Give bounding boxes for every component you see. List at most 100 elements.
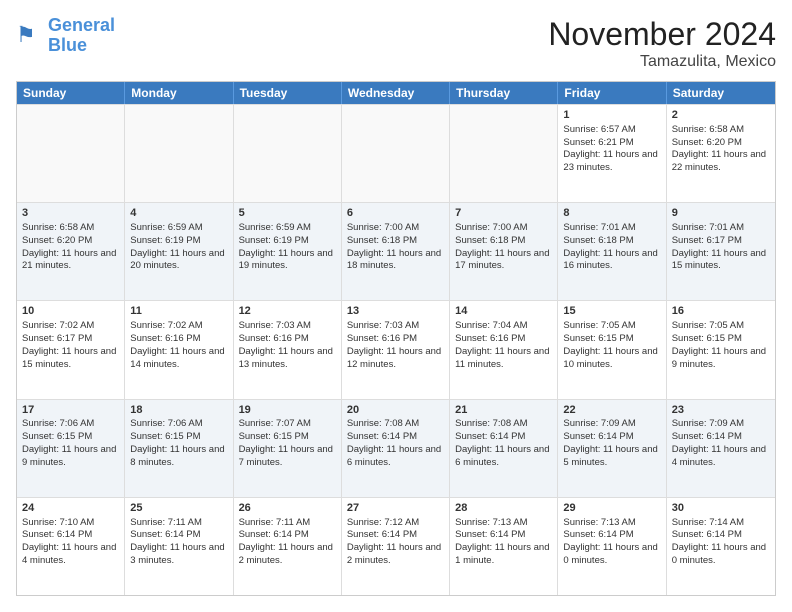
cal-cell: 18Sunrise: 7:06 AMSunset: 6:15 PMDayligh… [125, 400, 233, 497]
cell-text: Sunset: 6:15 PM [130, 431, 227, 444]
cell-text: Sunrise: 7:01 AM [672, 222, 770, 235]
cell-text: Sunrise: 7:01 AM [563, 222, 660, 235]
day-number: 28 [455, 501, 552, 516]
day-number: 6 [347, 206, 444, 221]
cal-cell: 22Sunrise: 7:09 AMSunset: 6:14 PMDayligh… [558, 400, 666, 497]
cell-text: Sunrise: 7:05 AM [563, 320, 660, 333]
cal-cell: 8Sunrise: 7:01 AMSunset: 6:18 PMDaylight… [558, 203, 666, 300]
cell-text: Sunrise: 7:08 AM [455, 418, 552, 431]
cal-cell: 13Sunrise: 7:03 AMSunset: 6:16 PMDayligh… [342, 301, 450, 398]
day-number: 9 [672, 206, 770, 221]
cell-text: Sunset: 6:14 PM [672, 529, 770, 542]
day-number: 11 [130, 304, 227, 319]
cal-cell: 5Sunrise: 6:59 AMSunset: 6:19 PMDaylight… [234, 203, 342, 300]
cell-text: Daylight: 11 hours and 11 minutes. [455, 346, 552, 372]
cell-text: Daylight: 11 hours and 1 minute. [455, 542, 552, 568]
cal-cell: 20Sunrise: 7:08 AMSunset: 6:14 PMDayligh… [342, 400, 450, 497]
cal-cell: 1Sunrise: 6:57 AMSunset: 6:21 PMDaylight… [558, 105, 666, 202]
cell-text: Sunset: 6:15 PM [563, 333, 660, 346]
day-number: 19 [239, 403, 336, 418]
cell-text: Daylight: 11 hours and 15 minutes. [22, 346, 119, 372]
cell-text: Daylight: 11 hours and 0 minutes. [563, 542, 660, 568]
cell-text: Sunset: 6:18 PM [455, 235, 552, 248]
cal-cell: 27Sunrise: 7:12 AMSunset: 6:14 PMDayligh… [342, 498, 450, 595]
cell-text: Sunrise: 7:04 AM [455, 320, 552, 333]
cell-text: Daylight: 11 hours and 4 minutes. [672, 444, 770, 470]
cell-text: Daylight: 11 hours and 15 minutes. [672, 248, 770, 274]
cal-cell: 21Sunrise: 7:08 AMSunset: 6:14 PMDayligh… [450, 400, 558, 497]
cell-text: Sunrise: 6:58 AM [22, 222, 119, 235]
cal-cell: 25Sunrise: 7:11 AMSunset: 6:14 PMDayligh… [125, 498, 233, 595]
cell-text: Daylight: 11 hours and 21 minutes. [22, 248, 119, 274]
cell-text: Daylight: 11 hours and 19 minutes. [239, 248, 336, 274]
cal-cell: 7Sunrise: 7:00 AMSunset: 6:18 PMDaylight… [450, 203, 558, 300]
header-cell-sunday: Sunday [17, 82, 125, 104]
cell-text: Daylight: 11 hours and 3 minutes. [130, 542, 227, 568]
cell-text: Sunset: 6:17 PM [672, 235, 770, 248]
calendar-body: 1Sunrise: 6:57 AMSunset: 6:21 PMDaylight… [17, 104, 775, 595]
cal-row-3: 17Sunrise: 7:06 AMSunset: 6:15 PMDayligh… [17, 399, 775, 497]
cell-text: Sunrise: 7:00 AM [347, 222, 444, 235]
cell-text: Daylight: 11 hours and 2 minutes. [239, 542, 336, 568]
cell-text: Sunset: 6:16 PM [239, 333, 336, 346]
cell-text: Daylight: 11 hours and 23 minutes. [563, 149, 660, 175]
cell-text: Sunset: 6:20 PM [22, 235, 119, 248]
cell-text: Sunset: 6:15 PM [239, 431, 336, 444]
header-cell-tuesday: Tuesday [234, 82, 342, 104]
day-number: 22 [563, 403, 660, 418]
cal-row-0: 1Sunrise: 6:57 AMSunset: 6:21 PMDaylight… [17, 104, 775, 202]
cell-text: Sunset: 6:21 PM [563, 137, 660, 150]
cell-text: Sunset: 6:14 PM [563, 529, 660, 542]
day-number: 15 [563, 304, 660, 319]
cell-text: Sunrise: 7:11 AM [239, 517, 336, 530]
cal-row-4: 24Sunrise: 7:10 AMSunset: 6:14 PMDayligh… [17, 497, 775, 595]
day-number: 23 [672, 403, 770, 418]
cell-text: Sunrise: 7:03 AM [347, 320, 444, 333]
day-number: 2 [672, 108, 770, 123]
subtitle: Tamazulita, Mexico [548, 53, 776, 71]
cal-cell: 26Sunrise: 7:11 AMSunset: 6:14 PMDayligh… [234, 498, 342, 595]
cell-text: Sunrise: 7:07 AM [239, 418, 336, 431]
cell-text: Sunrise: 7:02 AM [22, 320, 119, 333]
cell-text: Daylight: 11 hours and 6 minutes. [455, 444, 552, 470]
cal-cell: 23Sunrise: 7:09 AMSunset: 6:14 PMDayligh… [667, 400, 775, 497]
cal-cell [450, 105, 558, 202]
cell-text: Sunrise: 7:06 AM [130, 418, 227, 431]
header-cell-monday: Monday [125, 82, 233, 104]
cal-cell [17, 105, 125, 202]
cell-text: Sunrise: 7:03 AM [239, 320, 336, 333]
cell-text: Sunrise: 6:58 AM [672, 124, 770, 137]
cal-cell: 16Sunrise: 7:05 AMSunset: 6:15 PMDayligh… [667, 301, 775, 398]
day-number: 10 [22, 304, 119, 319]
cell-text: Daylight: 11 hours and 13 minutes. [239, 346, 336, 372]
cell-text: Sunset: 6:15 PM [672, 333, 770, 346]
cal-cell: 19Sunrise: 7:07 AMSunset: 6:15 PMDayligh… [234, 400, 342, 497]
cell-text: Daylight: 11 hours and 0 minutes. [672, 542, 770, 568]
cell-text: Sunset: 6:14 PM [239, 529, 336, 542]
cell-text: Sunset: 6:14 PM [347, 431, 444, 444]
cal-cell: 2Sunrise: 6:58 AMSunset: 6:20 PMDaylight… [667, 105, 775, 202]
calendar: SundayMondayTuesdayWednesdayThursdayFrid… [16, 81, 776, 596]
header-cell-thursday: Thursday [450, 82, 558, 104]
logo: ⚑ General Blue [16, 16, 115, 56]
day-number: 13 [347, 304, 444, 319]
cell-text: Sunrise: 7:13 AM [563, 517, 660, 530]
day-number: 12 [239, 304, 336, 319]
cal-cell [234, 105, 342, 202]
cell-text: Sunrise: 6:57 AM [563, 124, 660, 137]
cell-text: Sunrise: 7:05 AM [672, 320, 770, 333]
cell-text: Daylight: 11 hours and 18 minutes. [347, 248, 444, 274]
cell-text: Daylight: 11 hours and 8 minutes. [130, 444, 227, 470]
cal-cell: 30Sunrise: 7:14 AMSunset: 6:14 PMDayligh… [667, 498, 775, 595]
cell-text: Sunset: 6:15 PM [22, 431, 119, 444]
page: ⚑ General Blue November 2024 Tamazulita,… [0, 0, 792, 612]
cal-cell: 14Sunrise: 7:04 AMSunset: 6:16 PMDayligh… [450, 301, 558, 398]
day-number: 4 [130, 206, 227, 221]
cell-text: Sunset: 6:14 PM [455, 529, 552, 542]
calendar-header: SundayMondayTuesdayWednesdayThursdayFrid… [17, 82, 775, 104]
cell-text: Daylight: 11 hours and 2 minutes. [347, 542, 444, 568]
day-number: 25 [130, 501, 227, 516]
cell-text: Daylight: 11 hours and 14 minutes. [130, 346, 227, 372]
cal-cell: 9Sunrise: 7:01 AMSunset: 6:17 PMDaylight… [667, 203, 775, 300]
cal-cell: 4Sunrise: 6:59 AMSunset: 6:19 PMDaylight… [125, 203, 233, 300]
